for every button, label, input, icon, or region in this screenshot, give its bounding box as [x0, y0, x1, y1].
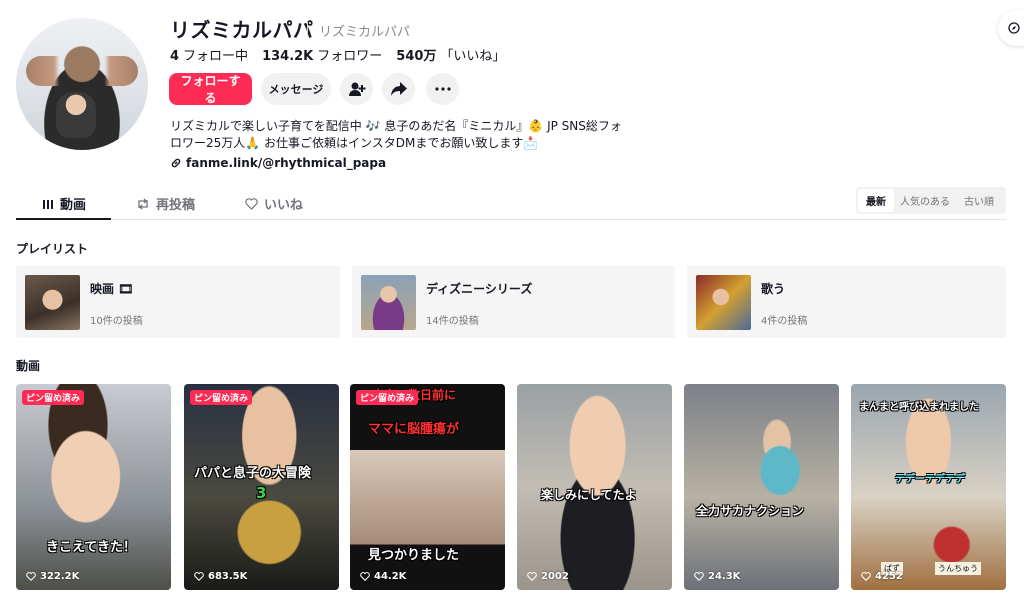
profile-bio: リズミカルで楽しい子育てを配信中 🎶 息子のあだ名『ミニカル』👶 JP SNS総…	[170, 119, 622, 150]
following-stat[interactable]: 4 フォロー中	[170, 45, 248, 64]
followers-stat[interactable]: 134.2K フォロワー	[262, 45, 382, 64]
playlist-count: 14件の投稿	[426, 316, 479, 327]
video-caption-top: まんまと呼び込まれました	[859, 402, 979, 413]
playlist-thumbnail	[361, 275, 416, 330]
video-caption: きこえてきた！	[46, 540, 136, 555]
heart-outline-icon	[527, 572, 537, 581]
video-views: 2002	[527, 571, 569, 582]
pinned-badge: ピン留め済み	[356, 390, 419, 405]
profile-stats: 4 フォロー中 134.2K フォロワー 540万 「いいね」	[170, 45, 505, 64]
video-card[interactable]: 出産の数日前に ピン留め済み ママに脳腫瘍が 見つかりました 44.2K	[350, 384, 505, 590]
avatar-baby	[56, 92, 96, 138]
name-divider	[307, 22, 308, 36]
video-caption: 全力サカナクション	[696, 504, 805, 518]
video-caption: 見つかりました	[368, 548, 460, 563]
playlist-title: 歌う	[761, 282, 786, 296]
video-card[interactable]: 楽しみにしてたよ 2002	[517, 384, 672, 590]
video-caption-top: ママに脳腫瘍が	[368, 422, 460, 437]
repost-icon	[138, 198, 148, 209]
message-button[interactable]: メッセージ	[261, 73, 331, 105]
playlist-title: ディズニーシリーズ	[426, 282, 533, 296]
add-user-icon	[348, 82, 365, 96]
share-arrow-icon	[390, 82, 407, 96]
share-button[interactable]	[382, 73, 415, 105]
active-tab-indicator	[16, 218, 111, 220]
playlist-card[interactable]: 映画 🎞 10件の投稿	[16, 266, 340, 338]
video-views: 683.5K	[194, 571, 247, 582]
videos-heading: 動画	[16, 359, 41, 373]
playlist-thumbnail	[25, 275, 80, 330]
playlist-count: 10件の投稿	[90, 316, 143, 327]
profile-username: リズミカルパパ	[319, 25, 411, 40]
playlist-card[interactable]: ディズニーシリーズ 14件の投稿	[352, 266, 675, 338]
sort-oldest[interactable]: 古い順	[956, 189, 1002, 212]
video-caption-number: 3	[256, 484, 267, 502]
profile-avatar[interactable]	[16, 18, 148, 150]
video-caption: パパと息子の大冒険	[194, 466, 312, 481]
heart-outline-icon	[694, 572, 704, 581]
video-grid-icon	[43, 199, 53, 209]
heart-outline-icon	[360, 572, 370, 581]
profile-display-name: リズミカルパパ	[170, 18, 314, 42]
compass-icon	[1008, 22, 1020, 34]
video-caption: テデーテデテデ	[895, 474, 965, 485]
follow-button[interactable]: フォローする	[169, 73, 252, 105]
avatar-figure	[26, 56, 138, 86]
video-views: 322.2K	[26, 571, 79, 582]
profile-link[interactable]: fanme.link/@rhythmical_papa	[170, 156, 386, 170]
sort-toggle: 最新 人気のある 古い順	[856, 187, 1006, 214]
sort-latest[interactable]: 最新	[858, 189, 894, 212]
video-label-b: うんちゅう	[935, 562, 981, 575]
video-card[interactable]: ピン留め済み パパと息子の大冒険 3 683.5K	[184, 384, 339, 590]
tab-videos[interactable]: 動画	[42, 194, 86, 213]
add-friend-button[interactable]	[340, 73, 373, 105]
video-card[interactable]: 全力サカナクション 24.3K	[684, 384, 839, 590]
video-views: 44.2K	[360, 571, 406, 582]
video-card[interactable]: まんまと呼び込まれました テデーテデテデ ぱず うんちゅう 4252	[851, 384, 1006, 590]
heart-outline-icon	[245, 197, 258, 210]
pinned-badge: ピン留め済み	[190, 390, 253, 405]
heart-outline-icon	[861, 572, 871, 581]
floating-side-button[interactable]	[998, 10, 1024, 46]
heart-outline-icon	[26, 572, 36, 581]
more-dots-icon	[434, 87, 451, 91]
tab-likes[interactable]: いいね	[245, 194, 303, 213]
playlists-heading: プレイリスト	[16, 242, 89, 256]
playlist-thumbnail	[696, 275, 751, 330]
playlist-count: 4件の投稿	[761, 316, 808, 327]
heart-outline-icon	[194, 572, 204, 581]
likes-stat: 540万 「いいね」	[396, 49, 506, 64]
tab-reposts[interactable]: 再投稿	[136, 194, 195, 213]
video-caption: 楽しみにしてたよ	[541, 488, 637, 502]
playlist-title: 映画 🎞	[90, 282, 134, 296]
more-options-button[interactable]	[426, 73, 459, 105]
playlist-card[interactable]: 歌う 4件の投稿	[687, 266, 1006, 338]
video-views: 24.3K	[694, 571, 740, 582]
link-icon	[171, 158, 181, 168]
sort-popular[interactable]: 人気のある	[894, 189, 956, 212]
video-views: 4252	[861, 571, 903, 582]
video-card[interactable]: ピン留め済み きこえてきた！ 322.2K	[16, 384, 171, 590]
pinned-badge: ピン留め済み	[22, 390, 85, 405]
